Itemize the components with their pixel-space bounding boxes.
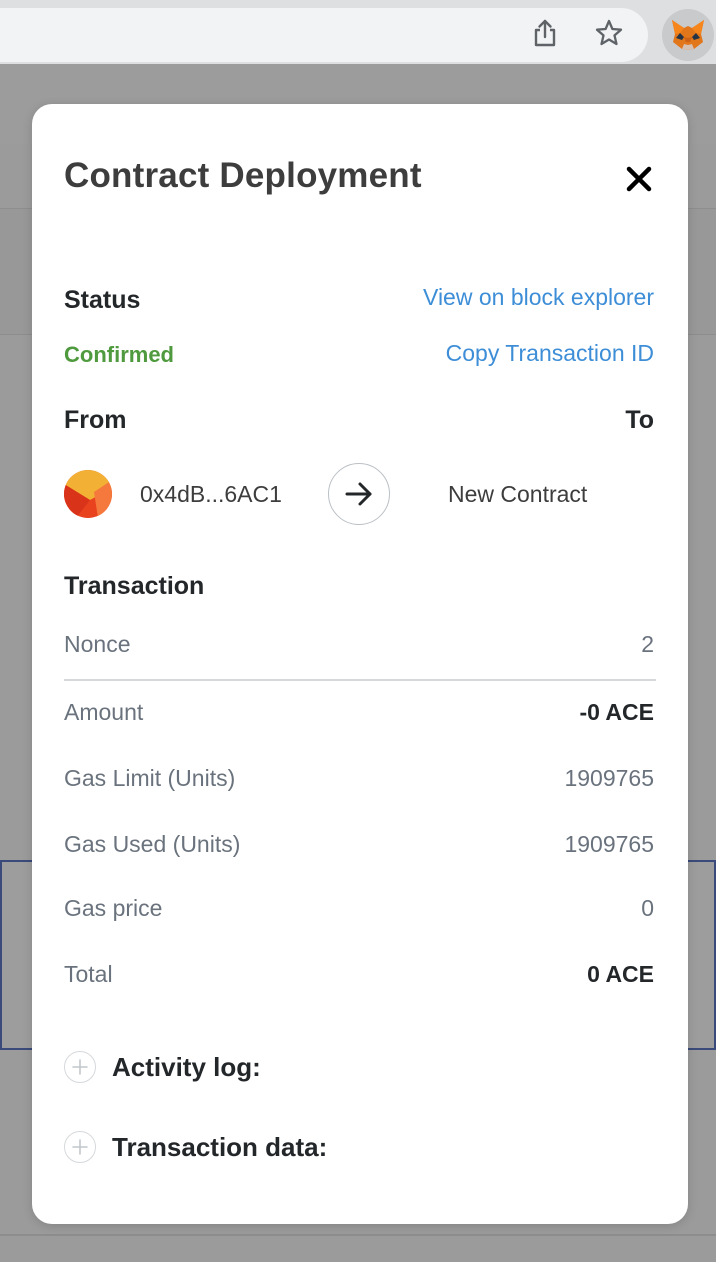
gas-limit-value: 1909765 — [564, 765, 654, 791]
bookmark-star-icon[interactable] — [593, 16, 625, 50]
share-icon[interactable] — [529, 16, 561, 50]
view-on-block-explorer-link[interactable]: View on block explorer — [423, 284, 654, 311]
modal-title: Contract Deployment — [64, 156, 422, 195]
copy-transaction-id-link[interactable]: Copy Transaction ID — [446, 340, 654, 367]
status-value: Confirmed — [64, 342, 174, 367]
plus-icon — [64, 1131, 96, 1163]
metamask-extension-button[interactable] — [662, 9, 714, 61]
backdrop-divider — [0, 1234, 716, 1236]
nonce-value: 2 — [641, 631, 654, 657]
divider — [64, 679, 656, 681]
gas-price-label: Gas price — [64, 895, 163, 921]
from-label: From — [64, 406, 127, 434]
gas-price-value: 0 — [641, 895, 654, 921]
gas-used-label: Gas Used (Units) — [64, 831, 241, 857]
arrow-right-icon — [328, 463, 390, 525]
transaction-data-label: Transaction data: — [112, 1131, 328, 1162]
total-label: Total — [64, 961, 113, 987]
metamask-fox-icon — [672, 20, 704, 50]
plus-icon — [64, 1051, 96, 1083]
account-avatar — [64, 470, 112, 518]
from-address[interactable]: 0x4dB...6AC1 — [140, 481, 282, 508]
browser-toolbar — [0, 0, 716, 64]
gas-used-value: 1909765 — [564, 831, 654, 857]
amount-label: Amount — [64, 699, 144, 725]
status-label: Status — [64, 286, 141, 314]
transaction-details-modal: Contract Deployment Status View on block… — [32, 104, 688, 1224]
activity-log-expander[interactable]: Activity log: — [64, 1050, 261, 1084]
close-button[interactable] — [624, 164, 654, 194]
amount-value: -0 ACE — [579, 699, 654, 725]
to-label: To — [625, 406, 654, 434]
gas-limit-label: Gas Limit (Units) — [64, 765, 236, 791]
close-icon — [626, 166, 652, 192]
transaction-heading: Transaction — [64, 572, 205, 600]
total-value: 0 ACE — [587, 961, 654, 987]
activity-log-label: Activity log: — [112, 1051, 261, 1082]
nonce-label: Nonce — [64, 631, 131, 657]
transaction-data-expander[interactable]: Transaction data: — [64, 1130, 327, 1164]
to-address: New Contract — [448, 481, 588, 507]
